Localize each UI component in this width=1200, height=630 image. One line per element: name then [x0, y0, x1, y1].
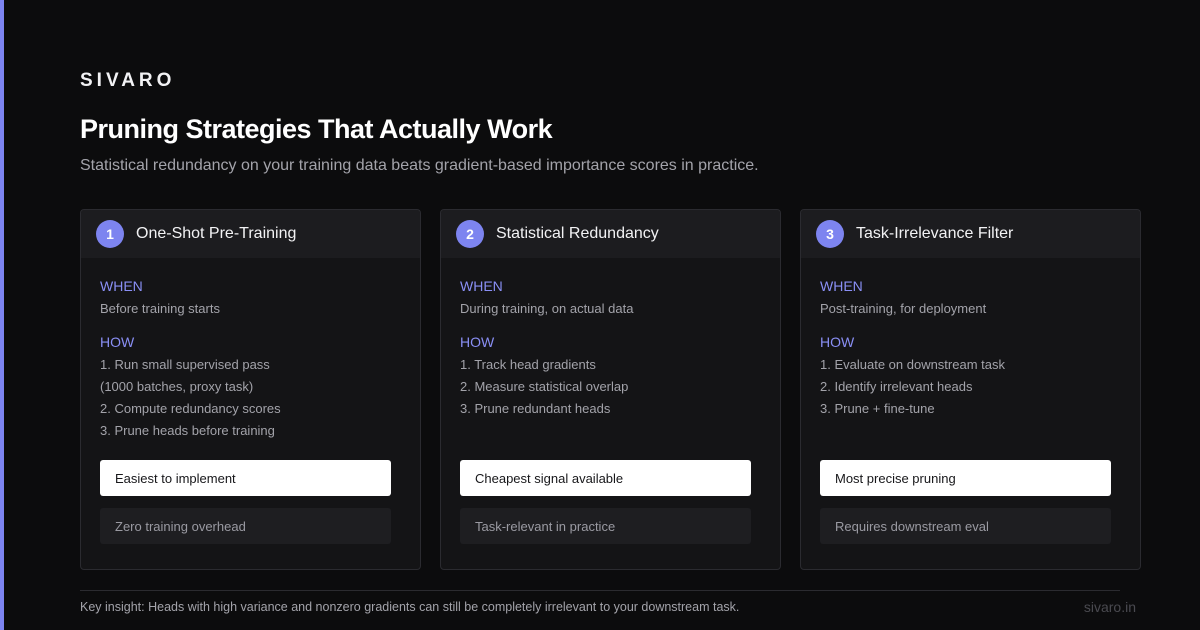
- pro-callout: Most precise pruning: [820, 460, 1111, 496]
- how-label: HOW: [100, 334, 135, 350]
- card-title: One-Shot Pre-Training: [136, 225, 297, 242]
- footer-divider: [80, 590, 1120, 591]
- how-step: 3. Prune heads before training: [100, 423, 275, 438]
- pro-callout: Cheapest signal available: [460, 460, 751, 496]
- how-step: (1000 batches, proxy task): [100, 379, 254, 394]
- brand-logo: SIVARO: [80, 70, 176, 91]
- accent-bar: [0, 0, 4, 630]
- how-step: 2. Identify irrelevant heads: [820, 379, 973, 394]
- when-text: Before training starts: [100, 301, 220, 316]
- con-callout: Zero training overhead: [100, 508, 391, 544]
- how-label: HOW: [820, 334, 855, 350]
- how-steps: 1. Run small supervised pass (1000 batch…: [100, 354, 281, 442]
- card-title: Statistical Redundancy: [496, 225, 659, 242]
- how-step: 1. Track head gradients: [460, 357, 596, 372]
- card-title: Task-Irrelevance Filter: [856, 225, 1014, 242]
- how-step: 2. Compute redundancy scores: [100, 401, 281, 416]
- how-step: 2. Measure statistical overlap: [460, 379, 629, 394]
- con-callout: Requires downstream eval: [820, 508, 1111, 544]
- site-url: sivaro.in: [1083, 599, 1136, 615]
- pro-callout: Easiest to implement: [100, 460, 391, 496]
- how-label: HOW: [460, 334, 495, 350]
- page-title: Pruning Strategies That Actually Work: [80, 114, 553, 144]
- step-number-badge: 3: [816, 220, 844, 248]
- how-step: 3. Prune redundant heads: [460, 401, 611, 416]
- card-header: 2 Statistical Redundancy: [441, 210, 780, 258]
- when-label: WHEN: [460, 278, 503, 294]
- when-label: WHEN: [820, 278, 863, 294]
- when-label: WHEN: [100, 278, 143, 294]
- how-steps: 1. Evaluate on downstream task 2. Identi…: [820, 354, 1005, 420]
- how-step: 1. Run small supervised pass: [100, 357, 270, 372]
- how-steps: 1. Track head gradients 2. Measure stati…: [460, 354, 628, 420]
- con-callout: Task-relevant in practice: [460, 508, 751, 544]
- card-header: 1 One-Shot Pre-Training: [81, 210, 420, 258]
- card-header: 3 Task-Irrelevance Filter: [801, 210, 1140, 258]
- page-subtitle: Statistical redundancy on your training …: [80, 157, 759, 174]
- key-insight: Key insight: Heads with high variance an…: [80, 600, 740, 614]
- when-text: Post-training, for deployment: [820, 301, 987, 316]
- strategy-card-1: 1 One-Shot Pre-Training WHEN Before trai…: [80, 209, 421, 570]
- step-number-badge: 1: [96, 220, 124, 248]
- step-number-badge: 2: [456, 220, 484, 248]
- strategy-card-3: 3 Task-Irrelevance Filter WHEN Post-trai…: [800, 209, 1141, 570]
- strategy-cards: 1 One-Shot Pre-Training WHEN Before trai…: [80, 209, 1141, 570]
- when-text: During training, on actual data: [460, 301, 634, 316]
- strategy-card-2: 2 Statistical Redundancy WHEN During tra…: [440, 209, 781, 570]
- how-step: 1. Evaluate on downstream task: [820, 357, 1005, 372]
- how-step: 3. Prune + fine-tune: [820, 401, 935, 416]
